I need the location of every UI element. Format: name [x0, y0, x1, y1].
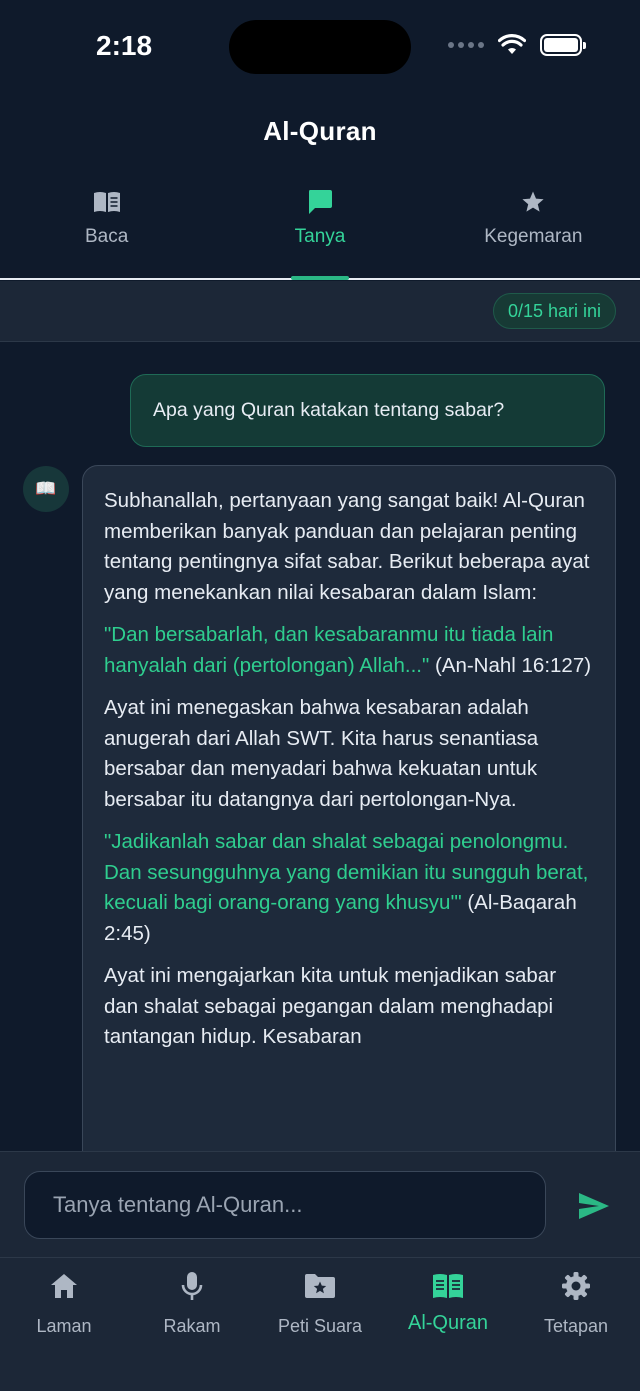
chat-bubble-icon [307, 186, 333, 218]
status-time: 2:18 [96, 30, 153, 61]
tab-kegemaran[interactable]: Kegemaran [427, 186, 640, 278]
tab-label: Tanya [294, 226, 346, 247]
tab-label: Baca [85, 226, 129, 247]
send-button[interactable] [576, 1188, 612, 1224]
bottom-navigation: Laman Rakam Peti Suara Al-Quran Tetapan [0, 1257, 640, 1391]
page-title: Al-Quran [263, 116, 377, 146]
wifi-icon [498, 34, 526, 54]
nav-item-rakam[interactable]: Rakam [128, 1258, 256, 1391]
daily-quota-badge: 0/15 hari ini [492, 293, 616, 329]
user-message-bubble: Apa yang Quran katakan tentang sabar? [130, 374, 605, 447]
bot-avatar: 📖 [23, 466, 69, 512]
status-bar: 2:18 [0, 0, 640, 92]
battery-icon [540, 34, 586, 56]
quota-bar: 0/15 hari ini [0, 281, 640, 342]
bot-message-paragraph: Ayat ini mengajarkan kita untuk menjadik… [104, 964, 557, 1048]
tab-bar: Baca Tanya Kegemaran [0, 186, 640, 280]
book-open-icon [432, 1270, 464, 1302]
gear-icon [561, 1270, 591, 1302]
nav-label: Peti Suara [277, 1316, 363, 1336]
tab-label: Kegemaran [484, 226, 583, 247]
send-icon [579, 1193, 609, 1219]
nav-item-peti-suara[interactable]: Peti Suara [256, 1258, 384, 1391]
dynamic-island [229, 20, 411, 74]
chat-area[interactable]: Apa yang Quran katakan tentang sabar? 📖 … [0, 342, 640, 1151]
nav-label: Laman [36, 1316, 92, 1336]
nav-item-tetapan[interactable]: Tetapan [512, 1258, 640, 1391]
nav-label: Al-Quran [407, 1312, 489, 1334]
bot-message-quote-paragraph: "Dan bersabarlah, dan kesabaranmu itu ti… [104, 620, 595, 681]
status-indicators [448, 34, 586, 56]
bot-message-paragraph: Ayat ini menegaskan bahwa kesabaran adal… [104, 696, 539, 811]
bot-message-paragraph: Subhanallah, pertanyaan yang sangat baik… [104, 489, 590, 604]
message-composer [0, 1151, 640, 1257]
nav-item-laman[interactable]: Laman [0, 1258, 128, 1391]
star-icon [521, 186, 545, 218]
nav-label: Tetapan [543, 1316, 609, 1336]
cellular-signal-icon [448, 42, 484, 48]
nav-label: Rakam [163, 1316, 221, 1336]
book-open-icon [93, 186, 121, 218]
folder-star-icon [304, 1270, 336, 1302]
tab-baca[interactable]: Baca [0, 186, 213, 278]
chat-input[interactable] [24, 1171, 546, 1239]
verse-reference: (An-Nahl 16:127) [429, 653, 592, 677]
home-icon [50, 1270, 78, 1302]
nav-item-al-quran[interactable]: Al-Quran [384, 1258, 512, 1391]
microphone-icon [181, 1270, 203, 1302]
tab-tanya[interactable]: Tanya [213, 186, 426, 278]
bot-message-quote-paragraph: "Jadikanlah sabar dan shalat sebagai pen… [104, 827, 595, 949]
bot-message-bubble: Subhanallah, pertanyaan yang sangat baik… [82, 465, 616, 1151]
